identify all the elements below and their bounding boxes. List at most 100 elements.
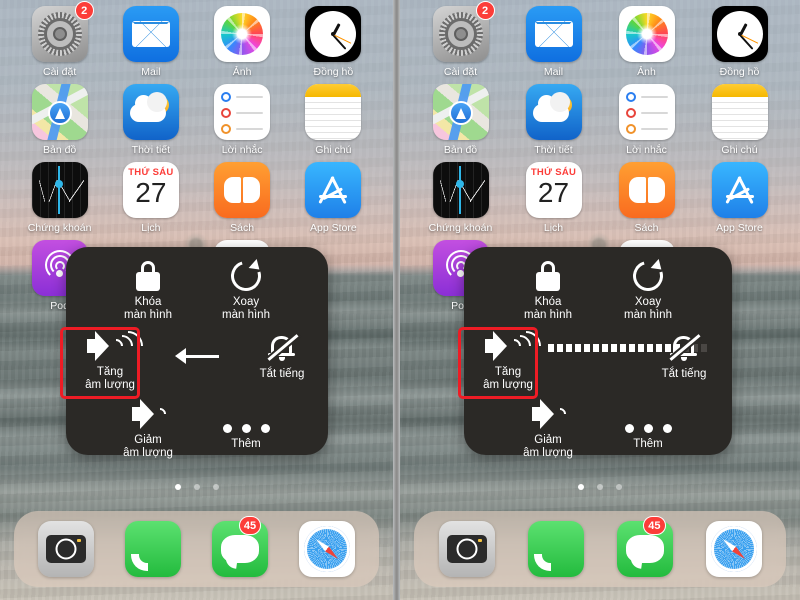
at-rotate-screen[interactable]: Xoay màn hình <box>198 255 294 322</box>
tutorial-screenshot: 2 Cài đặt Mail Ảnh Đồng hồ Bản đồ Thời t… <box>0 0 800 600</box>
volume-segment <box>548 344 554 352</box>
app-icon-mail[interactable]: Mail <box>110 6 192 78</box>
app-icon-reminders[interactable]: Lời nhắc <box>201 84 283 156</box>
camera-icon[interactable] <box>37 521 94 577</box>
at-volume-up[interactable]: Tăng âm lượng <box>460 324 556 392</box>
app-icon-settings[interactable]: 2 Cài đặt <box>420 1 502 78</box>
app-icon-photos[interactable]: Ảnh <box>606 6 688 78</box>
page-dot[interactable] <box>193 484 200 490</box>
volume-segment <box>584 344 590 352</box>
app-icon-notes[interactable]: Ghi chú <box>292 84 374 156</box>
app-row-1: 2 Cài đặt Mail Ảnh Đồng hồ <box>14 1 379 78</box>
app-icon-stocks[interactable]: Chứng khoán <box>420 162 502 234</box>
app-icon-calendar[interactable]: THỨ SÁU 27 Lịch <box>513 162 595 234</box>
at-label: Xoay màn hình <box>624 296 672 321</box>
app-label: Bản đồ <box>443 144 478 156</box>
app-label: Lời nhắc <box>221 144 263 156</box>
app-icon-clock[interactable]: Đồng hồ <box>699 6 781 78</box>
weather-icon <box>525 84 582 140</box>
appstore-icon <box>711 162 768 218</box>
assistive-touch-menu[interactable]: Khóa màn hình Xoay màn hình Tăng âm lượn… <box>66 247 330 459</box>
volume-segment <box>575 344 581 352</box>
app-icon-maps[interactable]: Bản đồ <box>420 84 502 156</box>
app-row-1: 2 Cài đặt Mail Ảnh Đồng hồ <box>414 1 786 78</box>
settings-badge: 2 <box>74 1 94 20</box>
page-dot[interactable] <box>174 484 181 490</box>
app-icon-clock[interactable]: Đồng hồ <box>292 6 374 78</box>
at-lock-screen[interactable]: Khóa màn hình <box>100 257 196 322</box>
app-icon-stocks[interactable]: Chứng khoán <box>19 162 101 234</box>
volume-segment <box>593 344 599 352</box>
phone-icon[interactable] <box>124 521 181 577</box>
page-dot[interactable] <box>597 484 603 490</box>
safari-icon[interactable] <box>299 521 356 577</box>
assistive-touch-menu[interactable]: Khóa màn hình Xoay màn hình Tăng âm lượn… <box>464 247 732 459</box>
settings-badge: 2 <box>475 1 495 20</box>
app-icon-settings[interactable]: 2 Cài đặt <box>19 1 101 78</box>
app-label: Chứng khoán <box>27 222 92 234</box>
messages-icon[interactable]: 45 <box>212 516 269 577</box>
safari-icon[interactable] <box>705 521 762 577</box>
app-icon-weather[interactable]: Thời tiết <box>513 84 595 156</box>
at-mute[interactable]: Tắt tiếng <box>234 329 330 381</box>
at-lock-screen[interactable]: Khóa màn hình <box>500 257 596 322</box>
app-icon-books[interactable]: Sách <box>606 162 688 234</box>
at-volume-down[interactable]: Giảm âm lượng <box>100 395 196 460</box>
volume-down-icon <box>532 395 569 429</box>
app-icon-maps[interactable]: Bản đồ <box>19 84 101 156</box>
at-label: Thêm <box>633 438 663 450</box>
page-dot[interactable] <box>578 484 584 490</box>
at-back[interactable] <box>149 333 245 367</box>
app-row-2: Bản đồ Thời tiết Lời nhắc Ghi chú <box>414 84 786 156</box>
reminders-icon <box>618 84 675 140</box>
at-rotate-screen[interactable]: Xoay màn hình <box>600 255 696 322</box>
mail-icon <box>122 6 179 62</box>
at-more[interactable]: Thêm <box>198 399 294 451</box>
phone-icon[interactable] <box>527 521 584 577</box>
app-label: Mail <box>543 66 564 78</box>
at-label: Giảm âm lượng <box>123 434 173 459</box>
appstore-icon <box>305 162 362 218</box>
app-label: Cài đặt <box>42 66 77 78</box>
app-icon-photos[interactable]: Ảnh <box>201 6 283 78</box>
panel-divider <box>393 0 400 600</box>
at-mute[interactable]: Tắt tiếng <box>636 329 732 381</box>
app-label: Thời tiết <box>534 144 573 156</box>
back-arrow-icon <box>175 333 219 367</box>
app-row-3: Chứng khoán THỨ SÁU 27 Lịch Sách App Sto… <box>414 162 786 234</box>
app-icon-books[interactable]: Sách <box>201 162 283 234</box>
app-label: Sách <box>230 222 255 234</box>
app-label: Sách <box>634 222 659 234</box>
volume-down-icon <box>132 395 169 429</box>
volume-up-icon <box>87 324 150 368</box>
app-icon-weather[interactable]: Thời tiết <box>110 84 192 156</box>
at-volume-down[interactable]: Giảm âm lượng <box>500 395 596 460</box>
app-icon-appstore[interactable]: App Store <box>699 162 781 234</box>
at-label: Khóa màn hình <box>124 296 172 321</box>
at-more[interactable]: Thêm <box>600 399 696 451</box>
at-label: Khóa màn hình <box>524 296 572 321</box>
camera-icon[interactable] <box>438 521 495 577</box>
app-icon-reminders[interactable]: Lời nhắc <box>606 84 688 156</box>
weather-icon <box>122 84 179 140</box>
app-icon-notes[interactable]: Ghi chú <box>699 84 781 156</box>
app-icon-appstore[interactable]: App Store <box>292 162 374 234</box>
at-volume-up[interactable]: Tăng âm lượng <box>62 324 158 392</box>
calendar-weekday: THỨ SÁU <box>128 167 174 178</box>
lock-icon <box>536 257 560 291</box>
books-icon <box>214 162 271 218</box>
page-dot[interactable] <box>616 484 622 490</box>
at-label: Tắt tiếng <box>259 368 305 380</box>
phone-screen-before: 2 Cài đặt Mail Ảnh Đồng hồ Bản đồ Thời t… <box>0 0 393 600</box>
app-icon-calendar[interactable]: THỨ SÁU 27 Lịch <box>110 162 192 234</box>
rotate-icon <box>627 255 669 297</box>
app-label: App Store <box>716 222 763 234</box>
messages-icon[interactable]: 45 <box>616 516 673 577</box>
app-icon-mail[interactable]: Mail <box>513 6 595 78</box>
app-label: Bản đồ <box>42 144 77 156</box>
page-dot[interactable] <box>212 484 219 490</box>
photos-icon <box>214 6 271 62</box>
at-label: Tắt tiếng <box>661 368 707 380</box>
bell-slash-icon <box>669 329 701 363</box>
app-label: Lịch <box>543 222 564 234</box>
